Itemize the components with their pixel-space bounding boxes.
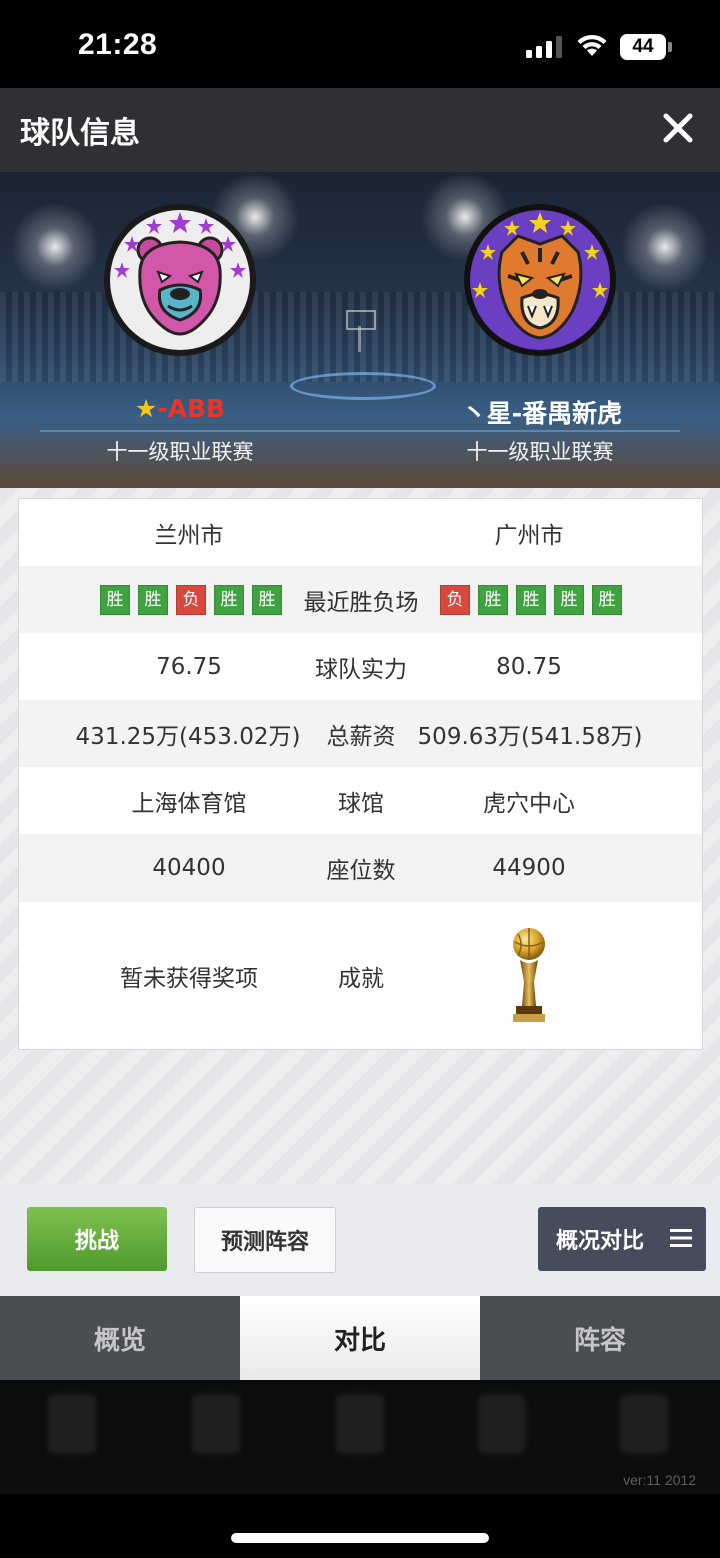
comparison-card: 兰州市 广州市 胜胜负胜胜 最近胜负场 负胜胜胜胜 76.75 球队实力 80.… xyxy=(18,498,703,1050)
team-left-recent: 胜胜负胜胜 xyxy=(93,566,289,633)
label-recent: 最近胜负场 xyxy=(303,589,419,616)
stadium-light xyxy=(10,202,100,292)
team-left-name-text: -ABB xyxy=(157,394,226,423)
trophy-icon[interactable] xyxy=(506,926,552,1026)
team-left-strength: 76.75 xyxy=(156,653,222,680)
team-right-league: 十一级职业联赛 xyxy=(466,440,614,464)
version-label: ver:11 2012 xyxy=(623,1472,696,1488)
header: 球队信息 xyxy=(0,88,720,172)
team-right-strength: 80.75 xyxy=(496,653,562,680)
star-icon: ★ xyxy=(134,394,158,423)
tab-lineup[interactable]: 阵容 xyxy=(480,1296,720,1380)
tab-overview[interactable]: 概览 xyxy=(0,1296,240,1380)
team-right-recent: 负胜胜胜胜 xyxy=(433,566,629,633)
tab-bar: 概览 对比 阵容 xyxy=(0,1296,720,1380)
team-right-city: 广州市 xyxy=(494,522,564,549)
cellular-signal-icon xyxy=(526,36,562,58)
win-badge: 胜 xyxy=(100,584,130,615)
wifi-icon xyxy=(577,34,607,56)
close-icon[interactable] xyxy=(656,106,700,150)
team-left-seats: 40400 xyxy=(152,855,226,881)
team-left-salary: 431.25万(453.02万) xyxy=(75,723,301,750)
team-right-seats: 44900 xyxy=(492,855,566,881)
label-salary: 总薪资 xyxy=(326,723,396,750)
challenge-button[interactable]: 挑战 xyxy=(27,1207,167,1271)
bottom-nav-blurred: ver:11 2012 xyxy=(0,1380,720,1494)
row-arena: 上海体育馆 球馆 虎穴中心 xyxy=(19,767,702,834)
blurred-nav-icon xyxy=(336,1394,384,1454)
win-badge: 胜 xyxy=(592,584,622,615)
row-strength: 76.75 球队实力 80.75 xyxy=(19,633,702,700)
team-right-arena: 虎穴中心 xyxy=(483,790,575,817)
win-badge: 胜 xyxy=(252,584,282,615)
bear-logo-icon[interactable] xyxy=(102,202,258,358)
tiger-logo-icon[interactable] xyxy=(462,202,618,358)
battery-icon: 44 xyxy=(620,34,672,60)
blurred-nav-icon xyxy=(478,1394,526,1454)
menu-icon xyxy=(670,1229,692,1247)
predict-lineup-button[interactable]: 预测阵容 xyxy=(194,1207,336,1273)
compare-overview-button[interactable]: 概况对比 xyxy=(538,1207,706,1271)
status-bar: 21:28 44 xyxy=(0,0,720,88)
win-badge: 胜 xyxy=(516,584,546,615)
home-indicator[interactable] xyxy=(231,1533,489,1543)
loss-badge: 负 xyxy=(176,584,206,615)
team-left-name: ★-ABB xyxy=(30,394,330,423)
clock: 21:28 xyxy=(78,28,158,61)
basketball-hoop xyxy=(346,310,376,330)
team-left-city: 兰州市 xyxy=(154,522,224,549)
team-left-achievement: 暂未获得奖项 xyxy=(120,965,258,992)
page-title: 球队信息 xyxy=(20,116,140,151)
stadium-light xyxy=(620,202,710,292)
row-city: 兰州市 广州市 xyxy=(19,499,702,566)
battery-level: 44 xyxy=(632,36,654,57)
compare-overview-label: 概况对比 xyxy=(556,1229,645,1254)
row-seats: 40400 座位数 44900 xyxy=(19,834,702,902)
team-right-achievement xyxy=(389,902,669,1049)
team-banner: ★-ABB 丶星-番禺新虎 十一级职业联赛 十一级职业联赛 xyxy=(0,172,720,488)
blurred-nav-icon xyxy=(48,1394,96,1454)
win-badge: 胜 xyxy=(554,584,584,615)
row-salary: 431.25万(453.02万) 总薪资 509.63万(541.58万) xyxy=(19,700,702,767)
court-line xyxy=(40,430,680,432)
action-bar: 挑战 预测阵容 概况对比 xyxy=(0,1184,720,1296)
team-right-salary: 509.63万(541.58万) xyxy=(417,723,643,750)
blurred-nav-icon xyxy=(192,1394,240,1454)
team-right-name: 丶星-番禺新虎 xyxy=(461,399,623,428)
win-badge: 胜 xyxy=(138,584,168,615)
loss-badge: 负 xyxy=(440,584,470,615)
tab-compare[interactable]: 对比 xyxy=(240,1296,480,1380)
win-badge: 胜 xyxy=(214,584,244,615)
hoop-pole xyxy=(358,326,361,352)
team-left-league: 十一级职业联赛 xyxy=(106,440,254,464)
win-badge: 胜 xyxy=(478,584,508,615)
row-achievement: 暂未获得奖项 成就 xyxy=(19,902,702,1049)
team-left-arena: 上海体育馆 xyxy=(131,790,247,817)
row-recent: 胜胜负胜胜 最近胜负场 负胜胜胜胜 xyxy=(19,566,702,633)
blurred-nav-icon xyxy=(620,1394,668,1454)
